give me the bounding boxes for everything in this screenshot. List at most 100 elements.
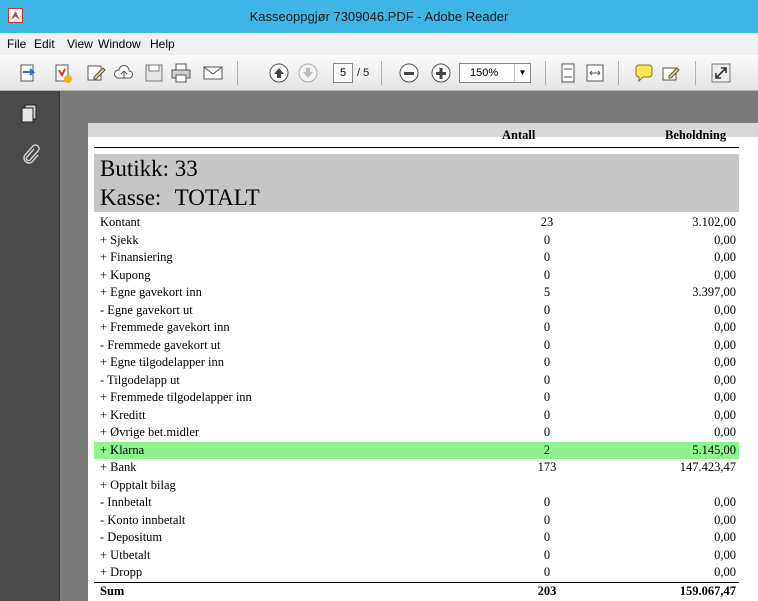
table-row: Kontant 23 3.102,00 bbox=[94, 214, 739, 232]
row-count: 0 bbox=[543, 512, 551, 527]
zoom-in-icon[interactable] bbox=[430, 62, 452, 84]
menu-file[interactable]: File bbox=[7, 37, 26, 51]
row-label: - Depositum bbox=[100, 530, 163, 544]
row-value: 0,00 bbox=[714, 565, 736, 579]
table-row: + Fremmede tilgodelapper inn 0 0,00 bbox=[94, 389, 739, 407]
menu-window[interactable]: Window bbox=[98, 37, 141, 51]
row-label: + Fremmede tilgodelapper inn bbox=[100, 390, 252, 404]
toolbar: 5 / 5 150% ▼ bbox=[0, 55, 758, 91]
email-icon[interactable] bbox=[202, 62, 224, 84]
table-row: + Egne gavekort inn 5 3.397,00 bbox=[94, 284, 739, 302]
row-value: 0,00 bbox=[714, 512, 736, 527]
edit-icon[interactable] bbox=[85, 62, 107, 84]
table-row: + Klarna 2 5.145,00 bbox=[94, 441, 739, 459]
export-pdf-icon[interactable] bbox=[52, 62, 74, 84]
table-row: + Dropp 0 0,00 bbox=[94, 564, 739, 582]
row-value: 0,00 bbox=[714, 407, 736, 422]
row-value: 0,00 bbox=[714, 372, 736, 387]
row-label: + Egne gavekort inn bbox=[100, 285, 202, 299]
row-count: 0 bbox=[543, 250, 551, 264]
table-row: - Fremmede gavekort ut 0 0,00 bbox=[94, 337, 739, 355]
row-label: - Innbetalt bbox=[100, 495, 152, 509]
zoom-level-select[interactable]: 150% ▼ bbox=[459, 63, 531, 83]
sum-count: 203 bbox=[537, 583, 557, 598]
pdf-page: Antall Beholdning Butikk: 33 Kasse: TOTA… bbox=[88, 123, 758, 601]
zoom-out-icon[interactable] bbox=[398, 62, 420, 84]
row-label: + Bank bbox=[100, 460, 137, 474]
table-row: + Sjekk 0 0,00 bbox=[94, 232, 739, 250]
menu-edit[interactable]: Edit bbox=[34, 37, 55, 51]
page-total: / 5 bbox=[357, 67, 370, 79]
print-icon[interactable] bbox=[170, 62, 192, 84]
save-icon[interactable] bbox=[143, 62, 165, 84]
column-header-antall: Antall bbox=[502, 128, 536, 142]
row-value: 5.145,00 bbox=[692, 442, 736, 457]
table-row: + Finansiering 0 0,00 bbox=[94, 249, 739, 267]
comment-icon[interactable] bbox=[633, 62, 655, 84]
menu-bar: File Edit View Window Help bbox=[0, 33, 758, 55]
table-row: + Utbetalt 0 0,00 bbox=[94, 547, 739, 565]
row-value: 0,00 bbox=[714, 232, 736, 247]
full-screen-icon[interactable] bbox=[710, 62, 732, 84]
create-pdf-icon[interactable] bbox=[17, 62, 39, 84]
page-thumbnails-icon[interactable] bbox=[19, 103, 41, 125]
table-row: + Egne tilgodelapper inn 0 0,00 bbox=[94, 354, 739, 372]
attachments-icon[interactable] bbox=[19, 143, 41, 165]
window-title: Kasseoppgjør 7309046.PDF - Adobe Reader bbox=[249, 9, 509, 24]
menu-view[interactable]: View bbox=[67, 37, 93, 51]
row-count: 0 bbox=[543, 355, 551, 369]
highlight-icon[interactable] bbox=[660, 62, 682, 84]
table-row: - Depositum 0 0,00 bbox=[94, 529, 739, 547]
store-label: Butikk: 33 bbox=[100, 156, 198, 181]
table-row: + Øvrige bet.midler 0 0,00 bbox=[94, 424, 739, 442]
document-area[interactable]: Antall Beholdning Butikk: 33 Kasse: TOTA… bbox=[60, 91, 758, 601]
row-value: 0,00 bbox=[714, 337, 736, 352]
register-label: Kasse: TOTALT bbox=[100, 185, 260, 210]
sum-label: Sum bbox=[100, 583, 125, 598]
row-label: + Kreditt bbox=[100, 407, 146, 422]
row-count: 173 bbox=[537, 460, 557, 474]
row-label: + Sjekk bbox=[100, 232, 139, 247]
table-row: + Kupong 0 0,00 bbox=[94, 267, 739, 285]
next-page-icon[interactable] bbox=[297, 62, 319, 84]
row-value: 147.423,47 bbox=[679, 460, 736, 474]
row-count: 0 bbox=[543, 407, 551, 422]
cloud-upload-icon[interactable] bbox=[113, 62, 135, 84]
row-count: 0 bbox=[543, 372, 551, 387]
row-value: 0,00 bbox=[714, 390, 736, 404]
row-label: + Øvrige bet.midler bbox=[100, 425, 200, 439]
row-value: 0,00 bbox=[714, 320, 736, 334]
page-number-input[interactable]: 5 bbox=[333, 63, 353, 83]
row-value: 0,00 bbox=[714, 250, 736, 264]
table-row: + Kreditt 0 0,00 bbox=[94, 407, 739, 425]
chevron-down-icon[interactable]: ▼ bbox=[514, 64, 530, 82]
row-count: 5 bbox=[543, 285, 551, 299]
table-row: + Opptalt bilag bbox=[94, 477, 739, 495]
row-count: 0 bbox=[543, 267, 551, 282]
row-count: 0 bbox=[543, 320, 551, 334]
row-count: 0 bbox=[543, 390, 551, 404]
row-label: Kontant bbox=[100, 215, 141, 229]
sum-row: Sum 203 159.067,47 bbox=[94, 581, 739, 600]
row-count: 2 bbox=[543, 442, 551, 457]
row-count: 0 bbox=[543, 425, 551, 439]
row-label: - Tilgodelapp ut bbox=[100, 372, 180, 387]
row-value: 0,00 bbox=[714, 425, 736, 439]
row-value: 0,00 bbox=[714, 495, 736, 509]
row-label: - Fremmede gavekort ut bbox=[100, 337, 221, 352]
table-row: - Tilgodelapp ut 0 0,00 bbox=[94, 372, 739, 390]
row-count: 0 bbox=[543, 547, 551, 562]
row-label: + Fremmede gavekort inn bbox=[100, 320, 230, 334]
row-value: 0,00 bbox=[714, 302, 736, 317]
menu-help[interactable]: Help bbox=[150, 37, 175, 51]
row-count: 0 bbox=[543, 232, 551, 247]
row-count: 0 bbox=[543, 302, 551, 317]
fit-page-icon[interactable] bbox=[557, 62, 579, 84]
previous-page-icon[interactable] bbox=[268, 62, 290, 84]
fit-width-icon[interactable] bbox=[584, 62, 606, 84]
row-value: 0,00 bbox=[714, 547, 736, 562]
row-count: 23 bbox=[540, 215, 554, 229]
navigation-pane bbox=[0, 91, 60, 601]
table-row: - Egne gavekort ut 0 0,00 bbox=[94, 302, 739, 320]
row-count: 0 bbox=[543, 530, 551, 544]
